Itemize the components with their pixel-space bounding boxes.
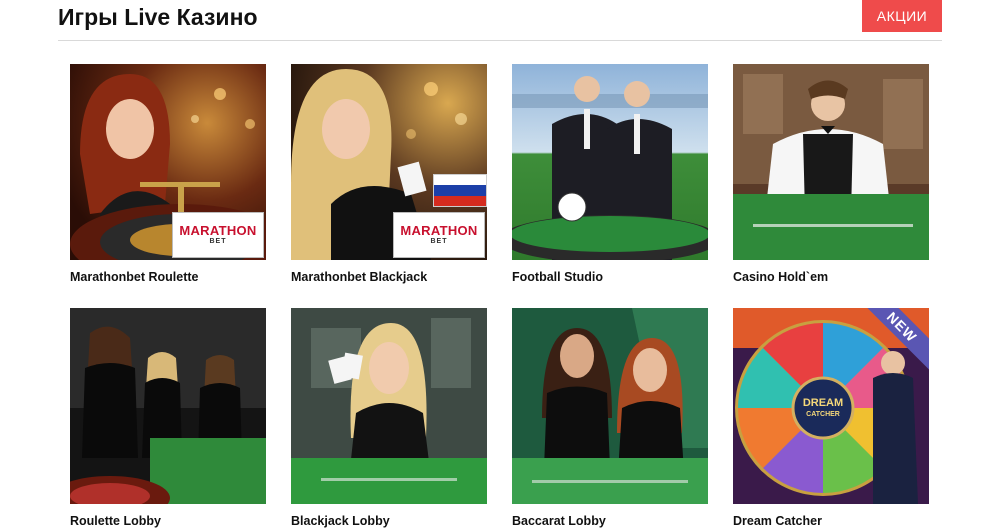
game-title[interactable]: Blackjack Lobby bbox=[291, 514, 487, 528]
game-image bbox=[733, 64, 929, 260]
game-image bbox=[512, 64, 708, 260]
game-thumbnail[interactable] bbox=[733, 64, 929, 260]
game-thumbnail[interactable]: DREAM CATCHER NEW bbox=[733, 308, 929, 504]
game-thumbnail[interactable] bbox=[512, 308, 708, 504]
page-header: Игры Live Казино АКЦИИ bbox=[58, 0, 942, 41]
game-thumbnail[interactable] bbox=[291, 308, 487, 504]
game-title[interactable]: Football Studio bbox=[512, 270, 708, 284]
game-thumbnail[interactable]: MARATHON BET bbox=[70, 64, 266, 260]
game-card-baccarat-lobby[interactable]: Baccarat Lobby bbox=[512, 308, 708, 528]
game-title[interactable]: Dream Catcher bbox=[733, 514, 929, 528]
dream-catcher-logo: DREAM CATCHER bbox=[802, 397, 844, 419]
game-card-football-studio[interactable]: Football Studio bbox=[512, 64, 708, 284]
marathonbet-logo: MARATHON BET bbox=[172, 212, 264, 258]
page-title: Игры Live Казино bbox=[58, 4, 258, 30]
game-card-marathonbet-roulette[interactable]: MARATHON BET Marathonbet Roulette bbox=[70, 64, 266, 284]
game-card-dream-catcher[interactable]: DREAM CATCHER NEW Dream Catcher bbox=[733, 308, 929, 528]
game-image bbox=[512, 308, 708, 504]
game-card-marathonbet-blackjack[interactable]: MARATHON BET Marathonbet Blackjack bbox=[291, 64, 487, 284]
game-title[interactable]: Roulette Lobby bbox=[70, 514, 266, 528]
game-thumbnail[interactable]: MARATHON BET bbox=[291, 64, 487, 260]
promotions-button[interactable]: АКЦИИ bbox=[862, 0, 942, 32]
game-title[interactable]: Baccarat Lobby bbox=[512, 514, 708, 528]
game-title[interactable]: Casino Hold`em bbox=[733, 270, 929, 284]
game-thumbnail[interactable] bbox=[512, 64, 708, 260]
marathonbet-logo: MARATHON BET bbox=[393, 212, 485, 258]
game-card-casino-holdem[interactable]: Casino Hold`em bbox=[733, 64, 929, 284]
game-card-roulette-lobby[interactable]: Roulette Lobby bbox=[70, 308, 266, 528]
games-grid: MARATHON BET Marathonbet Roulette MARATH… bbox=[70, 64, 930, 528]
game-card-blackjack-lobby[interactable]: Blackjack Lobby bbox=[291, 308, 487, 528]
game-thumbnail[interactable] bbox=[70, 308, 266, 504]
game-title[interactable]: Marathonbet Blackjack bbox=[291, 270, 487, 284]
game-title[interactable]: Marathonbet Roulette bbox=[70, 270, 266, 284]
russia-flag-icon bbox=[433, 174, 487, 207]
game-image bbox=[70, 308, 266, 504]
game-image bbox=[291, 308, 487, 504]
